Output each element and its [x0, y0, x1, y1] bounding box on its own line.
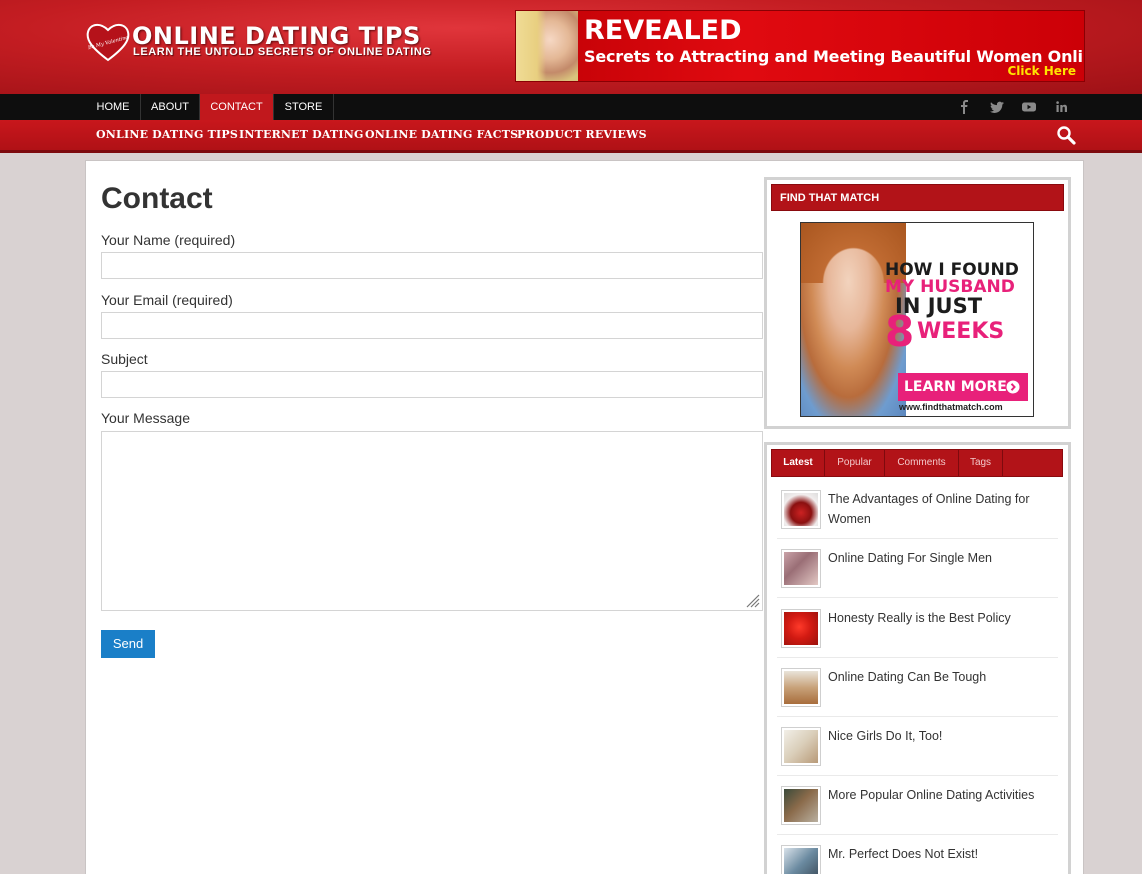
sidebar-ad[interactable]: HOW I FOUND MY HUSBAND IN JUST 8 WEEKS L…: [800, 222, 1034, 417]
list-item[interactable]: Online Dating For Single Men: [777, 539, 1058, 598]
facebook-icon[interactable]: [957, 99, 973, 115]
nav-home[interactable]: HOME: [86, 94, 141, 120]
site-logo[interactable]: Be My Valentine ONLINE DATING TIPS LEARN…: [86, 20, 431, 64]
banner-headline: REVEALED: [584, 15, 742, 46]
post-title[interactable]: Online Dating Can Be Tough: [828, 667, 1053, 687]
tab-latest[interactable]: Latest: [772, 450, 825, 476]
nav-store[interactable]: STORE: [274, 94, 334, 120]
youtube-icon[interactable]: [1021, 99, 1037, 115]
post-thumbnail[interactable]: [781, 845, 821, 874]
main-nav-online-dating-tips[interactable]: ONLINE DATING TIPS: [96, 120, 238, 150]
name-label: Your Name (required): [101, 232, 236, 248]
post-title[interactable]: Nice Girls Do It, Too!: [828, 726, 1053, 746]
logo-subtitle: LEARN THE UNTOLD SECRETS OF ONLINE DATIN…: [133, 46, 432, 58]
posts-tabs: Latest Popular Comments Tags: [771, 449, 1063, 477]
send-button[interactable]: Send: [101, 630, 155, 658]
list-item[interactable]: The Advantages of Online Dating for Wome…: [777, 480, 1058, 539]
subject-field[interactable]: [101, 371, 763, 398]
site-header: Be My Valentine ONLINE DATING TIPS LEARN…: [0, 0, 1142, 94]
tab-tags[interactable]: Tags: [959, 450, 1003, 476]
arrow-right-icon: [1006, 380, 1020, 394]
nav-about[interactable]: ABOUT: [141, 94, 200, 120]
widget-title: FIND THAT MATCH: [771, 184, 1064, 211]
banner-cta[interactable]: Click Here: [1007, 64, 1076, 78]
ad-line-4-word: WEEKS: [917, 319, 1005, 344]
main-nav-product-reviews[interactable]: PRODUCT REVIEWS: [517, 120, 647, 150]
list-item[interactable]: Honesty Really is the Best Policy: [777, 599, 1058, 658]
post-title[interactable]: Online Dating For Single Men: [828, 548, 1053, 568]
message-field[interactable]: [101, 431, 763, 611]
ad-url: www.findthatmatch.com: [899, 402, 1003, 412]
main-nav-online-dating-facts[interactable]: ONLINE DATING FACTS: [365, 120, 518, 150]
post-title[interactable]: The Advantages of Online Dating for Wome…: [828, 489, 1053, 529]
tab-comments[interactable]: Comments: [885, 450, 959, 476]
post-thumbnail[interactable]: [781, 490, 821, 529]
list-item[interactable]: More Popular Online Dating Activities: [777, 776, 1058, 835]
heart-logo-icon: Be My Valentine: [86, 24, 130, 62]
post-title[interactable]: More Popular Online Dating Activities: [828, 785, 1053, 805]
email-label: Your Email (required): [101, 292, 233, 308]
list-item[interactable]: Mr. Perfect Does Not Exist!: [777, 835, 1058, 874]
page-title: Contact: [101, 182, 213, 215]
header-banner-ad[interactable]: REVEALED Secrets to Attracting and Meeti…: [515, 10, 1085, 82]
main-nav: ONLINE DATING TIPS INTERNET DATING ONLIN…: [0, 120, 1142, 153]
twitter-icon[interactable]: [989, 99, 1005, 115]
subject-label: Subject: [101, 351, 148, 367]
ad-line-4-number: 8: [885, 307, 915, 356]
banner-photo-hair: [516, 11, 546, 81]
post-title[interactable]: Honesty Really is the Best Policy: [828, 608, 1053, 628]
tab-popular[interactable]: Popular: [825, 450, 885, 476]
list-item[interactable]: Online Dating Can Be Tough: [777, 658, 1058, 717]
search-icon[interactable]: [1056, 125, 1076, 145]
email-field[interactable]: [101, 312, 763, 339]
post-thumbnail[interactable]: [781, 786, 821, 825]
post-thumbnail[interactable]: [781, 668, 821, 707]
message-label: Your Message: [101, 410, 190, 426]
resize-grip-icon[interactable]: [744, 592, 760, 608]
ad-learn-more-button[interactable]: LEARN MORE: [898, 373, 1028, 401]
main-nav-internet-dating[interactable]: INTERNET DATING: [239, 120, 364, 150]
post-thumbnail[interactable]: [781, 609, 821, 648]
ad-learn-more-label: LEARN MORE: [904, 379, 1007, 395]
linkedin-icon[interactable]: [1054, 99, 1070, 115]
name-field[interactable]: [101, 252, 763, 279]
post-thumbnail[interactable]: [781, 549, 821, 588]
top-nav: HOME ABOUT CONTACT STORE: [0, 94, 1142, 120]
post-thumbnail[interactable]: [781, 727, 821, 766]
post-title[interactable]: Mr. Perfect Does Not Exist!: [828, 844, 1053, 864]
list-item[interactable]: Nice Girls Do It, Too!: [777, 717, 1058, 776]
nav-contact[interactable]: CONTACT: [200, 94, 274, 120]
